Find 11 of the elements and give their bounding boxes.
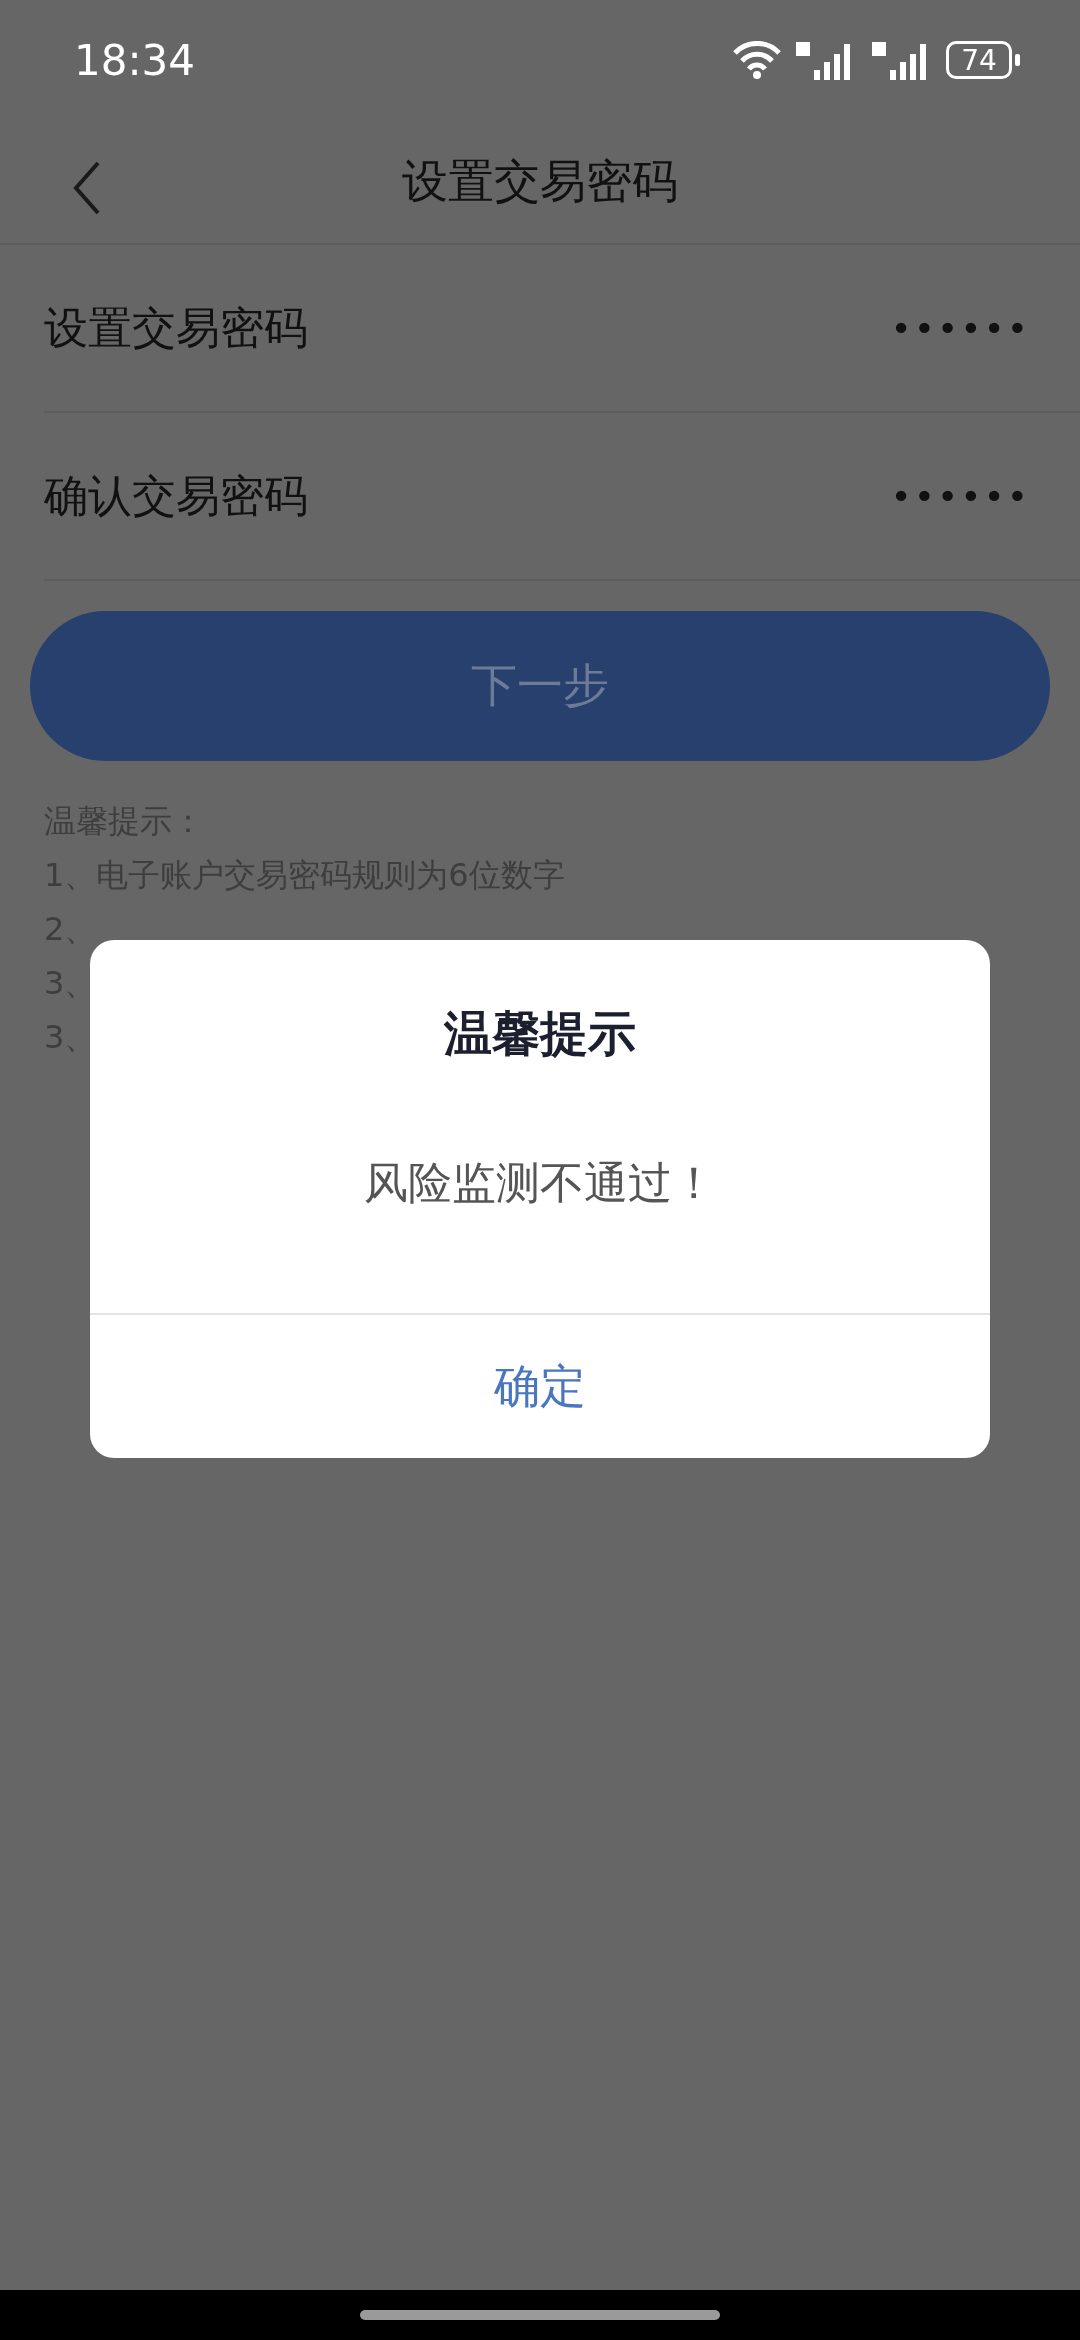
back-icon[interactable] — [72, 160, 102, 216]
field-label: 设置交易密码 — [44, 300, 308, 355]
password-field[interactable]: •••••• — [890, 475, 1030, 517]
dialog-title: 温馨提示 — [442, 1004, 637, 1063]
page-title: 设置交易密码 — [402, 152, 678, 210]
dialog-message: 风险监测不通过！ — [363, 1156, 717, 1210]
status-time: 18:34 — [74, 35, 197, 85]
wifi-icon — [732, 41, 782, 79]
password-field[interactable]: •••••• — [890, 307, 1030, 349]
confirm-button[interactable]: 确定 — [90, 1313, 990, 1458]
field-label: 确认交易密码 — [44, 468, 308, 523]
